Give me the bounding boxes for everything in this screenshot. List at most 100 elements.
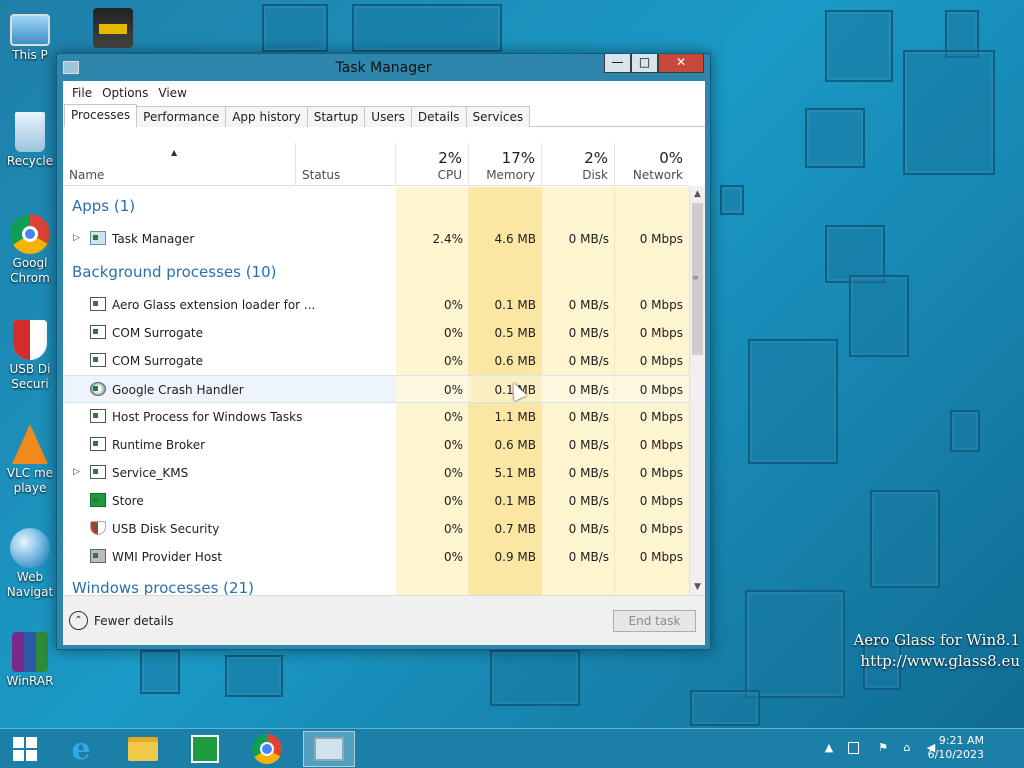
table-row[interactable]: Store 0% 0.1 MB 0 MB/s 0 Mbps (63, 487, 689, 515)
table-row[interactable]: USB Disk Security 0% 0.7 MB 0 MB/s 0 Mbps (63, 515, 689, 543)
column-header-disk[interactable]: 2% Disk (542, 143, 615, 186)
tab-services[interactable]: Services (465, 106, 531, 127)
tab-performance[interactable]: Performance (136, 106, 227, 127)
cell-cpu: 0% (443, 494, 463, 508)
table-row[interactable]: Runtime Broker 0% 0.6 MB 0 MB/s 0 Mbps (63, 431, 689, 459)
store-icon (191, 735, 219, 763)
table-row[interactable]: Google Crash Handler 0% 0.1 MB 0 MB/s 0 Mbps (63, 375, 689, 403)
menu-bar: File Options View (63, 81, 705, 105)
desktop-icon-cm[interactable] (82, 8, 144, 50)
taskbar-task-manager[interactable] (303, 731, 355, 767)
taskbar-store[interactable] (179, 731, 231, 767)
desktop-icon-usb-security[interactable]: USB Di Securi (0, 320, 60, 392)
process-list: Apps (1) ▷ Task Manager 2.4% 4.6 MB 0 MB/s 0 M… (63, 187, 689, 595)
scroll-up-icon[interactable]: ▲ (690, 186, 705, 202)
usb-security-icon (90, 521, 106, 535)
start-button[interactable] (0, 731, 50, 767)
table-row[interactable]: Aero Glass extension loader for ... 0% 0.1… (63, 291, 689, 319)
cell-cpu: 0% (443, 383, 463, 397)
cell-mem: 0.6 MB (494, 354, 536, 368)
system-tray: ▲ ⚑ ⌂ ◀ 9:21 AM 6/10/2023 (814, 729, 1024, 768)
store-icon (90, 493, 106, 507)
footer-bar: ⌃ Fewer details End task (63, 595, 705, 645)
cell-disk: 0 MB/s (568, 466, 609, 480)
cell-name: Host Process for Windows Tasks (112, 410, 303, 424)
group-header-apps: Apps (1) (72, 197, 136, 215)
cell-disk: 0 MB/s (568, 550, 609, 564)
cell-mem: 1.1 MB (494, 410, 536, 424)
vlc-icon (12, 424, 48, 464)
desktop-icon-winrar[interactable]: WinRAR (0, 632, 60, 689)
tab-details[interactable]: Details (410, 106, 467, 127)
cell-cpu: 0% (443, 438, 463, 452)
tab-app-history[interactable]: App history (225, 106, 308, 127)
cell-net: 0 Mbps (639, 522, 683, 536)
cell-net: 0 Mbps (639, 326, 683, 340)
cell-cpu: 2.4% (432, 232, 464, 246)
tab-startup[interactable]: Startup (306, 106, 366, 127)
desktop-icon-chrome[interactable]: Googl Chrom (0, 214, 60, 286)
windows-logo-icon (13, 737, 37, 761)
column-header-network[interactable]: 0% Network (615, 143, 689, 186)
taskbar-internet-explorer[interactable]: e (55, 731, 107, 767)
show-hidden-icons-icon[interactable]: ▲ (822, 741, 836, 755)
cell-mem: 0.7 MB (494, 522, 536, 536)
task-manager-icon (90, 231, 106, 245)
cell-net: 0 Mbps (639, 466, 683, 480)
maximize-button[interactable]: □ (631, 54, 658, 73)
tab-users[interactable]: Users (364, 106, 412, 127)
cell-disk: 0 MB/s (568, 354, 609, 368)
title-bar[interactable]: Task Manager — □ ✕ (57, 54, 710, 82)
table-row[interactable]: WMI Provider Host 0% 0.9 MB 0 MB/s 0 Mbps (63, 543, 689, 571)
fewer-details-button[interactable]: ⌃ Fewer details (69, 611, 174, 630)
table-row[interactable]: ▷ Task Manager 2.4% 4.6 MB 0 MB/s 0 Mbps (63, 225, 689, 253)
task-manager-window: Task Manager — □ ✕ File Options View Pro… (56, 53, 711, 650)
tab-processes[interactable]: Processes (64, 104, 138, 127)
table-row[interactable]: ▷ Service_KMS 0% 5.1 MB 0 MB/s 0 Mbps (63, 459, 689, 487)
table-row[interactable]: Host Process for Windows Tasks 0% 1.1 MB 0 … (63, 403, 689, 431)
expand-chevron-icon[interactable]: ▷ (73, 467, 80, 477)
app-shortcut-icon (93, 8, 133, 48)
expand-chevron-icon[interactable]: ▷ (73, 233, 80, 243)
desktop-icon-recycle-bin[interactable]: Recycle (0, 112, 60, 169)
chrome-icon (252, 734, 282, 764)
clock[interactable]: 9:21 AM 6/10/2023 (928, 734, 984, 762)
menu-view[interactable]: View (153, 86, 191, 100)
vertical-scrollbar[interactable]: ▲ ≡ ▼ (689, 186, 705, 595)
column-header-name[interactable]: ▲ Name (63, 143, 296, 186)
network-icon[interactable]: ⌂ (900, 741, 914, 755)
desktop-icon-this-pc[interactable]: This P (0, 10, 60, 63)
winrar-icon (12, 632, 48, 672)
desktop-icon-web-navigator[interactable]: Web Navigat (0, 528, 60, 600)
table-row[interactable]: COM Surrogate 0% 0.6 MB 0 MB/s 0 Mbps (63, 347, 689, 375)
notification-icon[interactable] (848, 742, 859, 754)
chevron-up-icon: ⌃ (69, 611, 88, 630)
cell-name: COM Surrogate (112, 354, 204, 368)
wmi-provider-icon (90, 549, 106, 563)
process-window-icon (90, 325, 106, 339)
google-crash-handler-icon (90, 382, 106, 396)
minimize-button[interactable]: — (604, 54, 631, 73)
process-window-icon (90, 353, 106, 367)
cell-disk: 0 MB/s (568, 522, 609, 536)
cell-net: 0 Mbps (639, 438, 683, 452)
action-center-flag-icon[interactable]: ⚑ (876, 741, 890, 755)
scroll-down-icon[interactable]: ▼ (690, 579, 705, 595)
column-header-status[interactable]: Status (296, 143, 396, 186)
end-task-button[interactable]: End task (613, 610, 696, 632)
menu-options[interactable]: Options (97, 86, 153, 100)
desktop-icon-vlc[interactable]: VLC me playe (0, 424, 60, 496)
close-button[interactable]: ✕ (658, 54, 704, 73)
cell-disk: 0 MB/s (568, 298, 609, 312)
taskbar-chrome[interactable] (241, 731, 293, 767)
cell-cpu: 0% (443, 326, 463, 340)
cell-disk: 0 MB/s (568, 494, 609, 508)
cell-cpu: 0% (443, 466, 463, 480)
column-header-row: ▲ Name Status 2% CPU 17% Memory 2% Disk (63, 143, 689, 186)
taskbar: e ▲ ⚑ ⌂ ◀ 9:21 AM 6/10/2023 (0, 728, 1024, 768)
table-row[interactable]: COM Surrogate 0% 0.5 MB 0 MB/s 0 Mbps (63, 319, 689, 347)
column-header-memory[interactable]: 17% Memory (469, 143, 542, 186)
column-header-cpu[interactable]: 2% CPU (396, 143, 469, 186)
menu-file[interactable]: File (67, 86, 97, 100)
taskbar-file-explorer[interactable] (117, 731, 169, 767)
